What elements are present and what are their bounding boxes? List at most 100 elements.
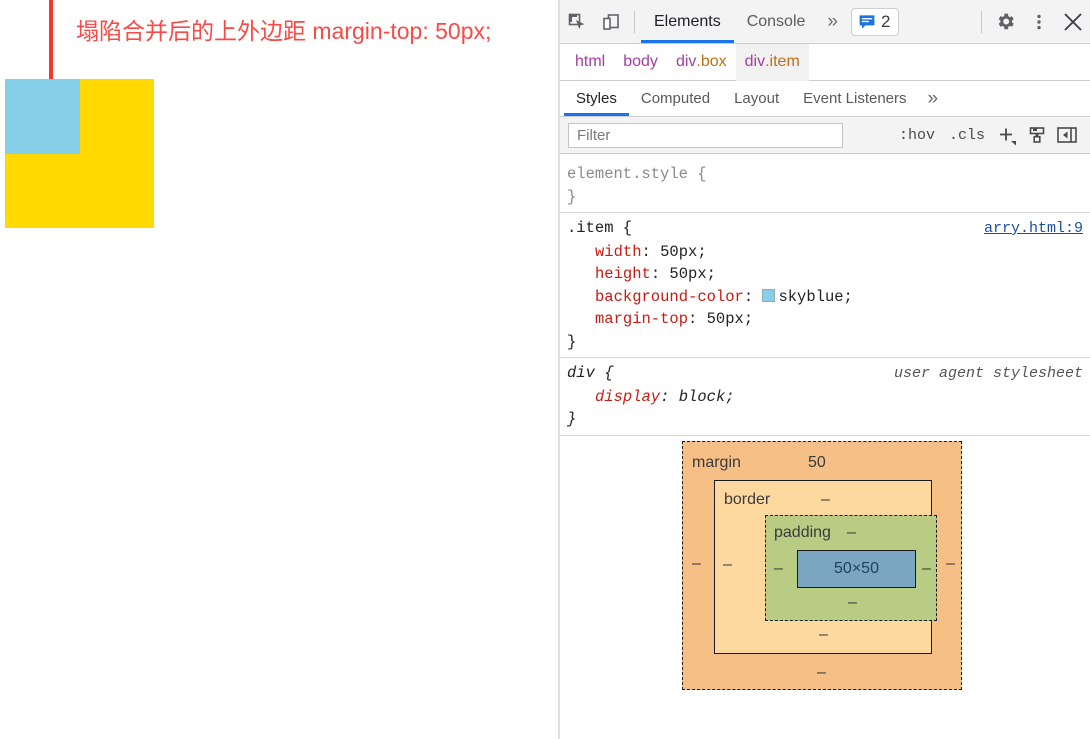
css-value: block; bbox=[678, 387, 735, 406]
tab-computed[interactable]: Computed bbox=[629, 81, 722, 116]
toolbar-divider bbox=[634, 10, 635, 33]
breadcrumb-item-body[interactable]: body bbox=[614, 44, 667, 81]
breadcrumb-item-div-item[interactable]: div .item bbox=[735, 43, 809, 81]
breadcrumb-item-div-box[interactable]: div .box bbox=[667, 44, 736, 81]
tab-event-listeners[interactable]: Event Listeners bbox=[791, 81, 918, 116]
box-model-content-size: 50×50 bbox=[834, 559, 879, 577]
box-model-padding-top-value[interactable]: – bbox=[847, 524, 856, 542]
css-rule-div-user-agent[interactable]: div { user agent stylesheet display: blo… bbox=[560, 357, 1090, 435]
web-page-viewport: 塌陷合并后的上外边距 margin-top: 50px; bbox=[0, 0, 558, 739]
tab-computed-label: Computed bbox=[640, 90, 711, 107]
css-rule-element-style-selector-row: element.style { bbox=[567, 163, 1090, 186]
css-property: background-color bbox=[595, 287, 744, 306]
box-model-margin-label: margin bbox=[692, 453, 741, 471]
inspect-element-icon[interactable] bbox=[560, 5, 594, 39]
css-selector: div { bbox=[567, 364, 614, 382]
tab-styles[interactable]: Styles bbox=[564, 81, 629, 116]
breadcrumb-divitem-tag: div bbox=[744, 53, 766, 70]
box-model-border-bottom-value[interactable]: – bbox=[819, 626, 828, 644]
three-dot-menu-icon[interactable] bbox=[1022, 5, 1056, 39]
plus-icon[interactable] bbox=[992, 122, 1022, 148]
tab-elements-label: Elements bbox=[654, 12, 721, 30]
box-model-border-layer[interactable]: border – – – – padding – – – – 50×50 bbox=[714, 479, 937, 654]
css-property: display bbox=[595, 387, 661, 406]
filter-input[interactable] bbox=[568, 122, 843, 148]
paint-brush-icon[interactable] bbox=[1022, 122, 1052, 148]
box-model-diagram: margin 50 – – – border – – – – padding – bbox=[560, 435, 1090, 739]
styles-pane-tabs: Styles Computed Layout Event Listeners » bbox=[560, 81, 1090, 117]
screenshot-root: 塌陷合并后的上外边距 margin-top: 50px; Elements Co… bbox=[0, 0, 1090, 739]
css-rule-close-brace: } bbox=[567, 187, 577, 206]
message-bubble-icon bbox=[859, 14, 875, 29]
css-property: margin-top bbox=[595, 310, 689, 328]
css-declaration[interactable]: width: 50px; bbox=[567, 241, 1090, 264]
toolbar-divider-2 bbox=[981, 10, 982, 33]
more-subtabs-icon[interactable]: » bbox=[919, 81, 948, 116]
tab-elements[interactable]: Elements bbox=[641, 0, 734, 43]
box-model-padding-right-value[interactable]: – bbox=[922, 560, 931, 578]
box-model-padding-bottom-value[interactable]: – bbox=[848, 594, 857, 612]
tab-event-listeners-label: Event Listeners bbox=[803, 90, 907, 107]
page-title: 塌陷合并后的上外边距 margin-top: 50px; bbox=[76, 18, 492, 44]
color-swatch[interactable] bbox=[762, 288, 776, 302]
hover-state-button[interactable]: :hov bbox=[892, 127, 942, 144]
css-value: 50px; bbox=[660, 242, 707, 261]
breadcrumb-divitem-class: .item bbox=[765, 53, 800, 70]
box-model-border-left-value[interactable]: – bbox=[723, 556, 732, 574]
tab-layout-label: Layout bbox=[734, 90, 780, 107]
tab-console[interactable]: Console bbox=[734, 0, 819, 43]
devtools-panel: Elements Console » 2 html body div .box … bbox=[560, 0, 1090, 739]
box-model-border-label: border bbox=[724, 490, 771, 508]
breadcrumb-html-tag: html bbox=[575, 53, 606, 70]
css-selector: .item { bbox=[567, 219, 633, 237]
css-rule-close-brace: } bbox=[567, 332, 577, 351]
box-model-padding-layer[interactable]: padding – – – – 50×50 bbox=[765, 514, 937, 621]
css-declaration[interactable]: margin-top: 50px; bbox=[567, 308, 1090, 331]
css-property: width bbox=[595, 242, 642, 261]
css-rule-element-style[interactable]: element.style { } bbox=[560, 159, 1090, 212]
class-toggle-button[interactable]: .cls bbox=[942, 127, 992, 144]
breadcrumb-divbox-tag: div bbox=[675, 53, 697, 70]
tab-styles-label: Styles bbox=[576, 90, 617, 107]
toolbar-right-icons bbox=[975, 5, 1090, 39]
outer-yellow-box bbox=[5, 79, 154, 228]
css-rule-close-brace: } bbox=[567, 410, 577, 428]
panel-toggle-icon[interactable] bbox=[1052, 122, 1082, 148]
css-rules-list: element.style { } .item { arry.html:9 wi… bbox=[560, 154, 1090, 436]
css-rule-item[interactable]: .item { arry.html:9 width: 50px; height:… bbox=[560, 212, 1090, 357]
box-model-margin-left-value[interactable]: – bbox=[692, 555, 701, 573]
message-count-label: 2 bbox=[880, 11, 891, 31]
box-model-margin-top-value[interactable]: 50 bbox=[808, 454, 826, 472]
css-declaration[interactable]: display: block; bbox=[567, 386, 1090, 409]
close-icon[interactable] bbox=[1056, 5, 1090, 39]
css-rule-div-selector-row: div { user agent stylesheet bbox=[567, 362, 1090, 386]
box-model-margin-bottom-value[interactable]: – bbox=[817, 664, 826, 682]
margin-top-marker-line bbox=[49, 0, 53, 79]
tab-layout[interactable]: Layout bbox=[722, 81, 791, 116]
breadcrumb: html body div .box div .item bbox=[560, 43, 1090, 81]
message-count-button[interactable]: 2 bbox=[850, 7, 900, 36]
css-property: height bbox=[595, 265, 651, 283]
box-model-margin-right-value[interactable]: – bbox=[946, 555, 955, 573]
gear-icon[interactable] bbox=[988, 5, 1022, 39]
css-rule-item-selector-row: .item { arry.html:9 bbox=[567, 217, 1090, 241]
stylesheet-source-link[interactable]: arry.html:9 bbox=[984, 218, 1090, 241]
css-value: 50px; bbox=[669, 265, 716, 283]
css-declaration[interactable]: height: 50px; bbox=[567, 263, 1090, 286]
styles-filter-row: :hov .cls bbox=[560, 117, 1090, 154]
more-tabs-icon[interactable]: » bbox=[818, 0, 847, 43]
breadcrumb-body-tag: body bbox=[623, 53, 658, 70]
box-model-border-top-value[interactable]: – bbox=[821, 491, 830, 509]
css-value: skyblue; bbox=[778, 287, 853, 306]
css-declaration[interactable]: background-color: skyblue; bbox=[567, 286, 1090, 309]
inner-skyblue-box bbox=[5, 79, 80, 154]
stylesheet-source-note: user agent stylesheet bbox=[893, 365, 1083, 382]
css-value: 50px; bbox=[706, 310, 754, 328]
tab-console-label: Console bbox=[746, 12, 806, 30]
box-model-padding-left-value[interactable]: – bbox=[774, 560, 783, 578]
box-model-wrapper: margin 50 – – – border – – – – padding – bbox=[682, 440, 962, 690]
box-model-content-layer[interactable]: 50×50 bbox=[797, 549, 916, 588]
breadcrumb-item-html[interactable]: html bbox=[566, 44, 614, 81]
device-toolbar-icon[interactable] bbox=[594, 5, 628, 39]
box-model-margin-layer[interactable]: margin 50 – – – border – – – – padding – bbox=[682, 440, 962, 690]
